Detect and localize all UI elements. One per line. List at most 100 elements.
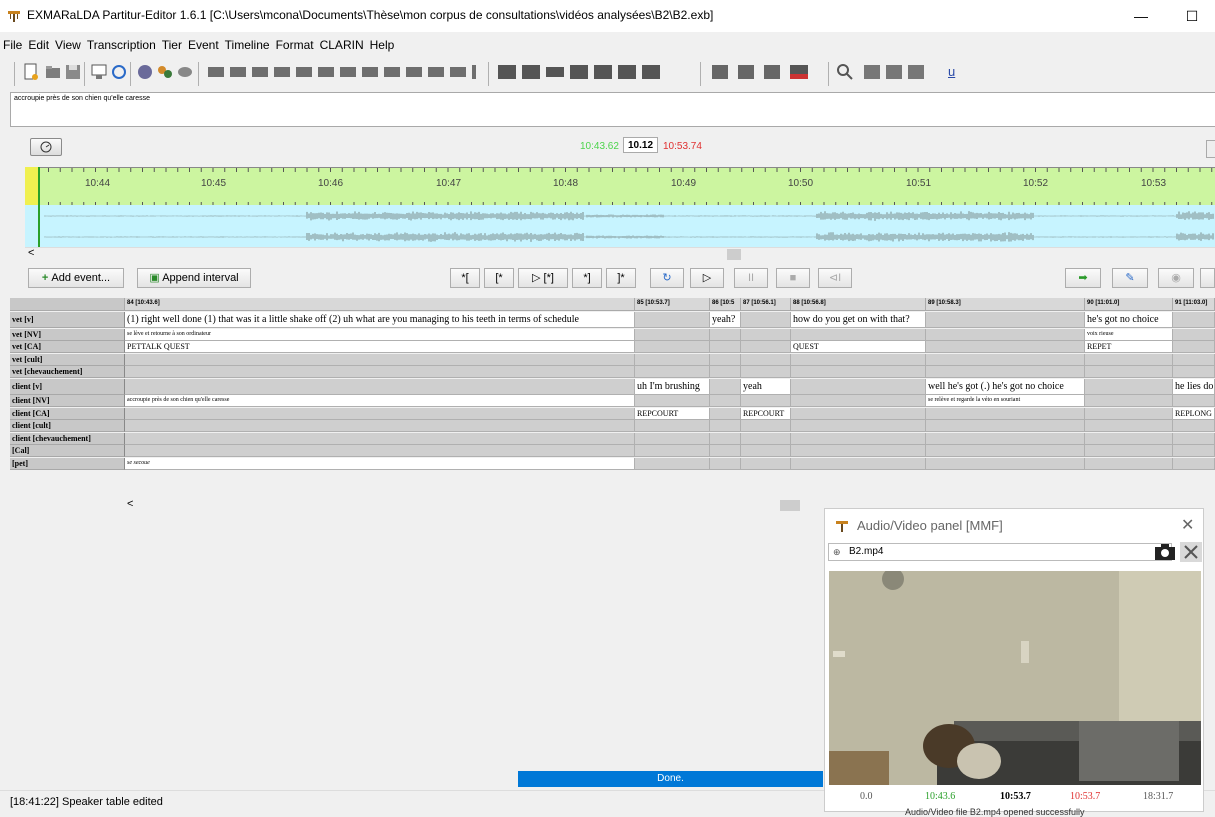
stop-button[interactable]: ■ xyxy=(776,268,810,288)
event-cell[interactable] xyxy=(125,353,635,366)
event-cell[interactable] xyxy=(125,366,635,378)
rewind-button[interactable]: ⊲I xyxy=(818,268,852,288)
event-cell[interactable] xyxy=(1173,457,1215,470)
tier-label[interactable]: client [NV] xyxy=(10,395,125,407)
event-cell[interactable] xyxy=(710,420,741,432)
event-cell[interactable] xyxy=(710,341,741,353)
timeline-edit-icons[interactable] xyxy=(496,62,678,82)
wand-button[interactable]: ✎ xyxy=(1112,268,1148,288)
event-cell[interactable] xyxy=(635,445,710,457)
maximize-button[interactable]: ☐ xyxy=(1169,0,1215,32)
column-header[interactable]: 87 [10:56.1] xyxy=(741,298,791,311)
timeline-ruler[interactable]: 10:44 10:45 10:46 10:47 10:48 10:49 10:5… xyxy=(25,167,1215,206)
tier-label[interactable]: client [chevauchement] xyxy=(10,432,125,445)
open-folder-icon[interactable] xyxy=(44,62,62,82)
play-button[interactable]: ▷ xyxy=(690,268,724,288)
event-cell[interactable] xyxy=(1173,312,1215,328)
timeline-scrollbar[interactable]: < xyxy=(25,247,1215,262)
event-cell[interactable] xyxy=(710,328,741,341)
event-cell[interactable] xyxy=(741,395,791,407)
column-header[interactable]: 86 [10:5 xyxy=(710,298,741,311)
append-interval-button[interactable]: ▣ Append interval xyxy=(137,268,251,288)
event-cell[interactable] xyxy=(741,328,791,341)
event-cell[interactable] xyxy=(1173,432,1215,445)
column-header[interactable]: 88 [10:56.8] xyxy=(791,298,926,311)
event-description-box[interactable]: accroupie près de son chien qu'elle care… xyxy=(10,92,1215,127)
event-cell[interactable] xyxy=(926,432,1085,445)
event-cell[interactable] xyxy=(635,457,710,470)
scissors-icon[interactable] xyxy=(1180,542,1202,562)
menu-format[interactable]: Format xyxy=(276,38,314,52)
clock-button[interactable] xyxy=(30,138,62,156)
tier-edit-icons[interactable] xyxy=(206,62,481,82)
column-header[interactable]: 85 [10:53.7] xyxy=(635,298,710,311)
menu-event[interactable]: Event xyxy=(188,38,219,52)
select-left-button[interactable]: [* xyxy=(484,268,514,288)
event-cell[interactable]: yeah? xyxy=(710,312,741,328)
event-cell[interactable] xyxy=(710,432,741,445)
event-cell[interactable] xyxy=(635,420,710,432)
event-cell[interactable] xyxy=(926,445,1085,457)
search-db-icon[interactable] xyxy=(176,62,194,82)
event-cell[interactable] xyxy=(1085,445,1173,457)
new-file-icon[interactable] xyxy=(22,62,40,82)
event-cell[interactable]: REPCOURT xyxy=(741,407,791,420)
select-right-button[interactable]: *] xyxy=(572,268,602,288)
event-cell[interactable] xyxy=(1173,341,1215,353)
event-cell[interactable] xyxy=(125,432,635,445)
event-cell[interactable] xyxy=(741,445,791,457)
event-cell[interactable] xyxy=(125,445,635,457)
event-cell[interactable]: well he's got (.) he's got no choice xyxy=(926,378,1085,395)
event-cell[interactable] xyxy=(710,407,741,420)
camera-icon[interactable] xyxy=(1153,542,1177,562)
event-cell[interactable]: PETTALK QUEST xyxy=(125,341,635,353)
column-header[interactable]: 89 [10:58.3] xyxy=(926,298,1085,311)
event-cell[interactable] xyxy=(926,312,1085,328)
menu-edit[interactable]: Edit xyxy=(28,38,49,52)
event-cell[interactable] xyxy=(635,341,710,353)
event-cell[interactable] xyxy=(741,312,791,328)
partitur-icon[interactable] xyxy=(90,62,108,82)
menu-tier[interactable]: Tier xyxy=(162,38,182,52)
column-header[interactable]: 90 [11:01.0] xyxy=(1085,298,1173,311)
add-event-button[interactable]: + Add event... xyxy=(28,268,124,288)
event-cell[interactable]: accroupie près de son chien qu'elle care… xyxy=(125,395,635,407)
event-cell[interactable] xyxy=(710,366,741,378)
globe-icon[interactable] xyxy=(136,62,154,82)
event-cell[interactable] xyxy=(1085,353,1173,366)
menu-timeline[interactable]: Timeline xyxy=(225,38,270,52)
menu-help[interactable]: Help xyxy=(370,38,395,52)
menu-transcription[interactable]: Transcription xyxy=(87,38,156,52)
event-cell[interactable]: REPET xyxy=(1085,341,1173,353)
scroll-thumb[interactable] xyxy=(780,500,800,511)
event-cell[interactable]: se lève et retourne à son ordinateur xyxy=(125,328,635,341)
event-cell[interactable] xyxy=(1085,420,1173,432)
playhead-marker[interactable] xyxy=(25,167,39,205)
event-cell[interactable] xyxy=(926,457,1085,470)
event-cell[interactable] xyxy=(1085,432,1173,445)
event-cell[interactable] xyxy=(125,378,635,395)
arrow-right-button[interactable]: ➡ xyxy=(1065,268,1101,288)
minimize-button[interactable]: — xyxy=(1118,0,1164,32)
event-cell[interactable]: se relève et regarde la véto en souriant xyxy=(926,395,1085,407)
event-cell[interactable] xyxy=(791,378,926,395)
event-cell[interactable] xyxy=(791,353,926,366)
event-cell[interactable]: REPCOURT xyxy=(635,407,710,420)
select-left-edge-button[interactable]: *[ xyxy=(450,268,480,288)
event-cell[interactable] xyxy=(1173,395,1215,407)
event-cell[interactable] xyxy=(1173,445,1215,457)
event-cell[interactable]: QUEST xyxy=(791,341,926,353)
event-cell[interactable] xyxy=(710,445,741,457)
play-selection-button[interactable]: ▷ [*] xyxy=(518,268,568,288)
event-cell[interactable] xyxy=(926,420,1085,432)
speakers-icon[interactable] xyxy=(156,62,174,82)
event-cell[interactable]: he lies do xyxy=(1173,378,1215,395)
event-cell[interactable] xyxy=(791,457,926,470)
tier-label[interactable]: vet [CA] xyxy=(10,341,125,353)
event-cell[interactable] xyxy=(1085,378,1173,395)
event-cell[interactable] xyxy=(741,366,791,378)
menu-clarin[interactable]: CLARIN xyxy=(320,38,364,52)
event-cell[interactable]: how do you get on with that? xyxy=(791,312,926,328)
event-cell[interactable] xyxy=(1173,328,1215,341)
event-cell[interactable] xyxy=(791,328,926,341)
